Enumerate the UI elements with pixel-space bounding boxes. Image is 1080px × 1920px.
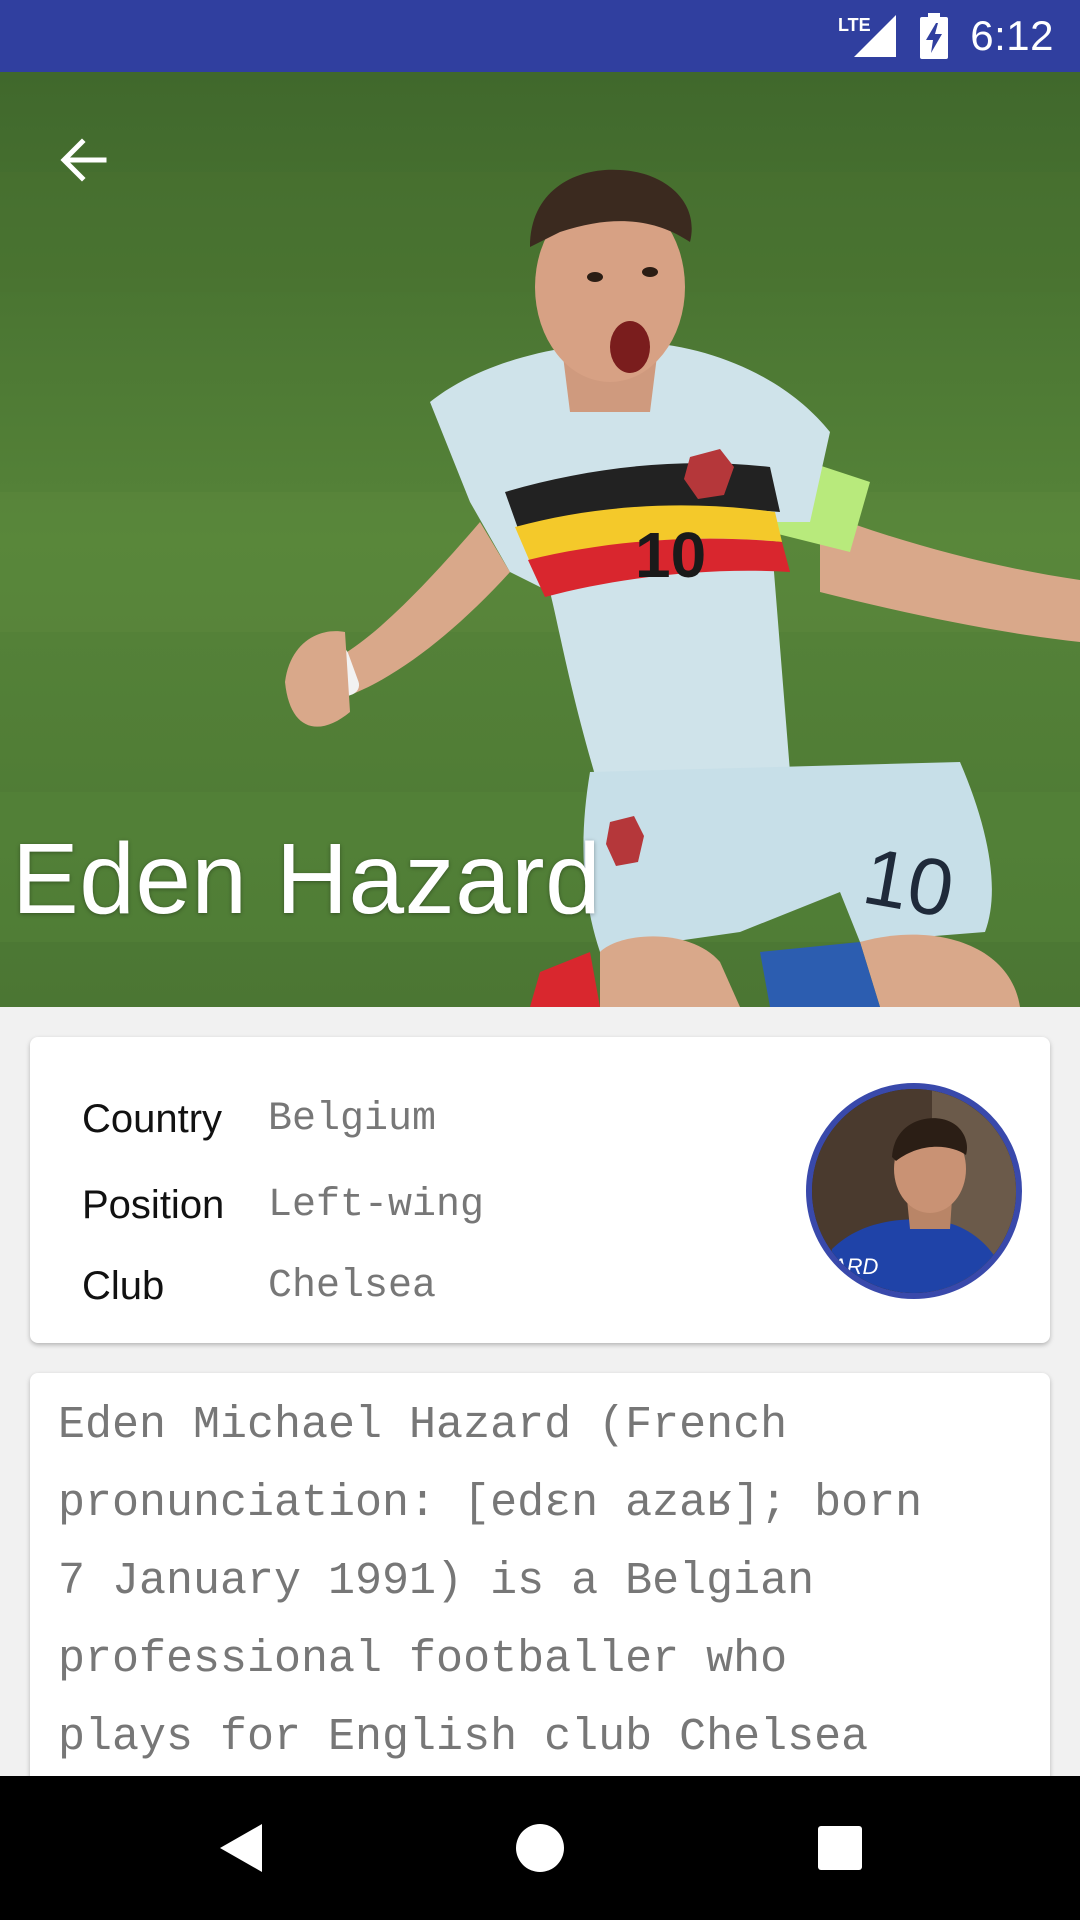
- player-info-card: Country Belgium Position Left-wing Club …: [30, 1037, 1050, 1343]
- bio-line: pronunciation: [edɛn azaʁ]; born: [58, 1478, 923, 1529]
- square-recents-icon: [818, 1826, 862, 1870]
- status-bar: LTE 6:12: [0, 0, 1080, 72]
- position-label: Position: [82, 1183, 225, 1227]
- nav-back-button[interactable]: [204, 1812, 276, 1884]
- bio-line: plays for English club Chelsea: [58, 1712, 869, 1763]
- circle-home-icon: [516, 1824, 564, 1872]
- battery-charging-icon: [920, 13, 949, 59]
- hero-image: 10 10 Eden Hazard: [0, 72, 1080, 1007]
- club-label: Club: [82, 1264, 165, 1308]
- svg-text:10: 10: [857, 831, 960, 934]
- signal-icon: LTE: [838, 13, 898, 59]
- svg-text:ARD: ARD: [830, 1254, 879, 1279]
- nav-home-button[interactable]: [504, 1812, 576, 1884]
- bio-line: 7 January 1991) is a Belgian: [58, 1556, 815, 1607]
- network-type-label: LTE: [838, 15, 871, 35]
- arrow-back-icon: [60, 138, 107, 182]
- country-value: Belgium: [268, 1097, 437, 1142]
- bio-text: Eden Michael Hazard (French pronunciatio…: [58, 1387, 1022, 1777]
- position-value: Left-wing: [268, 1183, 485, 1228]
- detail-row-country: Country Belgium: [82, 1097, 436, 1142]
- country-label: Country: [82, 1097, 223, 1141]
- nav-recents-button[interactable]: [804, 1812, 876, 1884]
- bio-line: Eden Michael Hazard (French: [58, 1400, 788, 1451]
- navigation-bar: [0, 1776, 1080, 1920]
- club-value: Chelsea: [268, 1264, 437, 1309]
- clock: 6:12: [970, 12, 1054, 59]
- bio-card: Eden Michael Hazard (French pronunciatio…: [30, 1373, 1050, 1793]
- back-button[interactable]: [48, 124, 120, 196]
- player-avatar: ARD: [806, 1083, 1022, 1299]
- detail-row-club: Club Chelsea: [82, 1264, 436, 1309]
- jersey-number: 10: [635, 519, 706, 591]
- triangle-back-icon: [220, 1824, 262, 1872]
- detail-row-position: Position Left-wing: [82, 1183, 484, 1228]
- bio-line: professional footballer who: [58, 1634, 788, 1685]
- player-name-title: Eden Hazard: [12, 823, 602, 935]
